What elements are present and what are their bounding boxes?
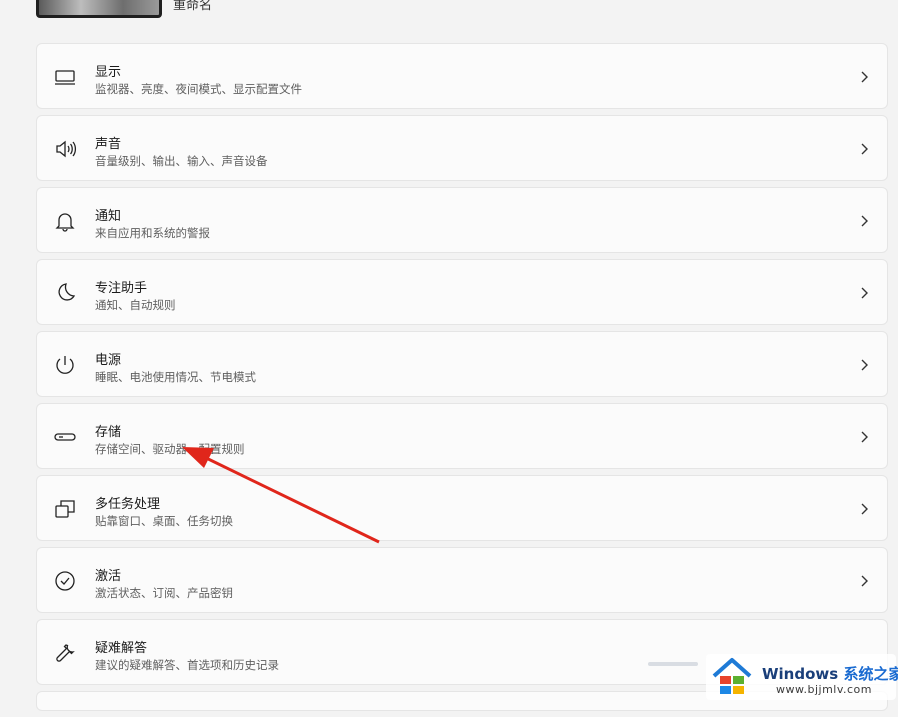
chevron-right-icon: [859, 142, 869, 156]
chevron-right-icon: [859, 70, 869, 84]
setting-subtitle: 贴靠窗口、桌面、任务切换: [95, 514, 233, 528]
setting-row-storage[interactable]: 存储 存储空间、驱动器、配置规则: [36, 403, 888, 469]
watermark-brand-cn: 系统之家: [843, 665, 898, 683]
setting-title: 多任务处理: [95, 497, 161, 512]
setting-subtitle: 来自应用和系统的警报: [95, 226, 210, 240]
setting-title: 声音: [95, 137, 122, 152]
wrench-icon: [53, 641, 77, 665]
setting-title: 电源: [95, 353, 122, 368]
setting-title: 专注助手: [95, 281, 148, 296]
settings-list: 显示 监视器、亮度、夜间模式、显示配置文件 声音 音量级别、输出、输入、声音设备…: [36, 43, 888, 717]
setting-subtitle: 存储空间、驱动器、配置规则: [95, 442, 245, 456]
chevron-right-icon: [859, 358, 869, 372]
watermark-decoration: [648, 662, 698, 666]
setting-row-notifications[interactable]: 通知 来自应用和系统的警报: [36, 187, 888, 253]
chevron-right-icon: [859, 430, 869, 444]
power-icon: [53, 353, 77, 377]
chevron-right-icon: [859, 214, 869, 228]
wallpaper-thumbnail[interactable]: [36, 0, 162, 18]
setting-subtitle: 激活状态、订阅、产品密钥: [95, 586, 233, 600]
setting-title: 存储: [95, 425, 122, 440]
watermark: Windows 系统之家 www.bjjmlv.com: [706, 654, 898, 700]
check-circle-icon: [53, 569, 77, 593]
setting-subtitle: 睡眠、电池使用情况、节电模式: [95, 370, 256, 384]
setting-title: 疑难解答: [95, 641, 148, 656]
house-logo-icon: [712, 658, 752, 694]
setting-row-activation[interactable]: 激活 激活状态、订阅、产品密钥: [36, 547, 888, 613]
chevron-right-icon: [859, 286, 869, 300]
storage-drive-icon: [53, 425, 77, 449]
setting-subtitle: 音量级别、输出、输入、声音设备: [95, 154, 268, 168]
setting-row-multitasking[interactable]: 多任务处理 贴靠窗口、桌面、任务切换: [36, 475, 888, 541]
rename-link[interactable]: 重命名: [173, 0, 212, 13]
watermark-url: www.bjjmlv.com: [776, 683, 872, 696]
speaker-icon: [53, 137, 77, 161]
moon-icon: [53, 281, 77, 305]
setting-row-focus-assist[interactable]: 专注助手 通知、自动规则: [36, 259, 888, 325]
watermark-brand: Windows: [762, 665, 839, 683]
chevron-right-icon: [859, 574, 869, 588]
multitasking-icon: [53, 497, 77, 521]
setting-row-display[interactable]: 显示 监视器、亮度、夜间模式、显示配置文件: [36, 43, 888, 109]
monitor-icon: [53, 65, 77, 89]
setting-subtitle: 建议的疑难解答、首选项和历史记录: [95, 658, 279, 672]
setting-row-power[interactable]: 电源 睡眠、电池使用情况、节电模式: [36, 331, 888, 397]
watermark-title: Windows 系统之家: [762, 663, 898, 684]
setting-title: 显示: [95, 65, 122, 80]
setting-subtitle: 监视器、亮度、夜间模式、显示配置文件: [95, 82, 302, 96]
bell-icon: [53, 209, 77, 233]
setting-title: 激活: [95, 569, 122, 584]
setting-title: 通知: [95, 209, 122, 224]
setting-row-sound[interactable]: 声音 音量级别、输出、输入、声音设备: [36, 115, 888, 181]
chevron-right-icon: [859, 502, 869, 516]
setting-subtitle: 通知、自动规则: [95, 298, 176, 312]
